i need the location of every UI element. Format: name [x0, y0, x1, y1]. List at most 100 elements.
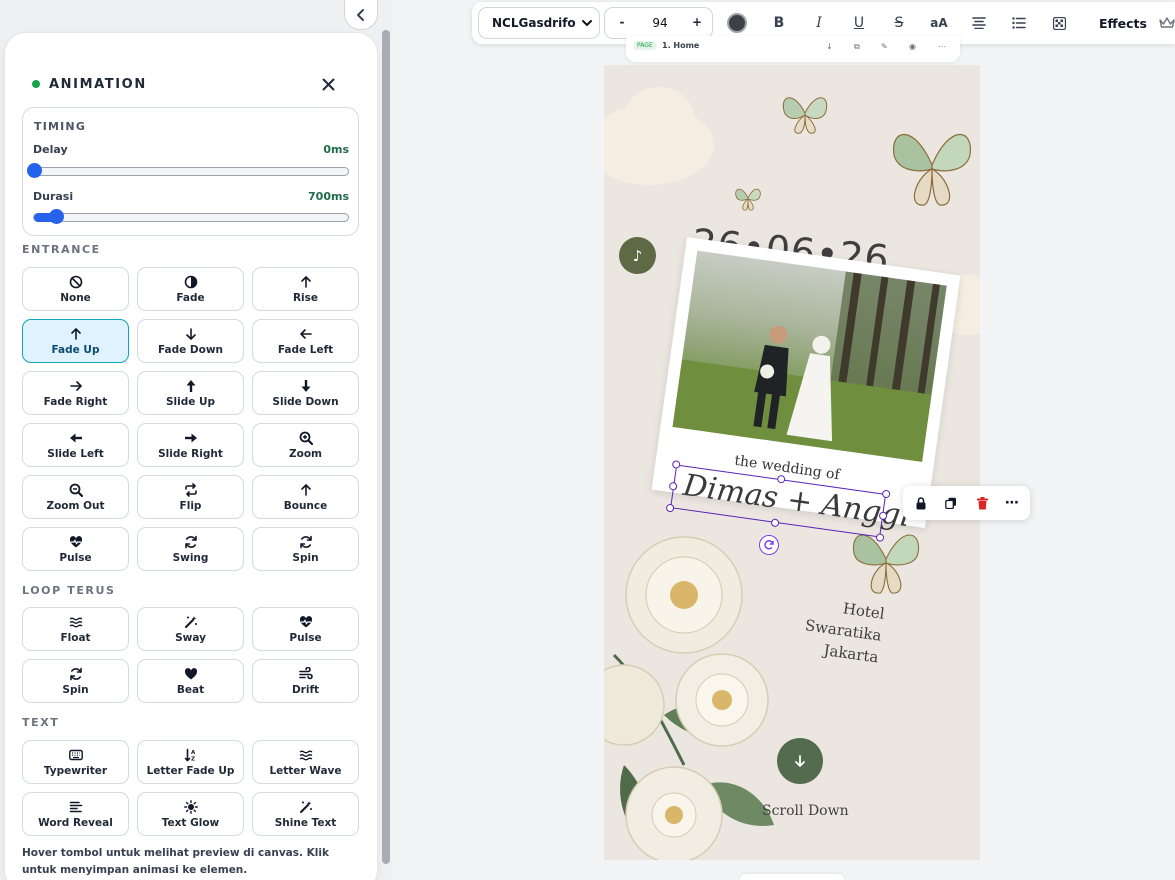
entrance-button-label: Slide Down: [272, 395, 339, 408]
loop-drift-button[interactable]: Drift: [252, 659, 359, 703]
entrance-fade-button[interactable]: Fade: [137, 267, 244, 311]
transparency-button[interactable]: [1042, 7, 1076, 39]
strikethrough-button[interactable]: S: [882, 7, 916, 39]
entrance-button-label: Slide Right: [158, 447, 223, 460]
entrance-bounce-button[interactable]: Bounce: [252, 475, 359, 519]
lock-button[interactable]: [913, 495, 929, 511]
list-button[interactable]: [1002, 7, 1036, 39]
music-note-icon: ♪: [632, 246, 643, 265]
scroll-down-label[interactable]: Scroll Down: [762, 803, 849, 819]
entrance-button-label: Swing: [172, 551, 209, 564]
arrow-right-icon: [69, 379, 83, 394]
text-letter-wave-button[interactable]: Letter Wave: [252, 740, 359, 784]
duration-slider-handle[interactable]: [48, 209, 64, 224]
entrance-slide-down-button[interactable]: Slide Down: [252, 371, 359, 415]
edit-page-icon[interactable]: ✎: [881, 42, 891, 52]
more-options-icon[interactable]: ⋯: [1004, 495, 1020, 511]
bold-arrow-right-icon: [184, 431, 198, 446]
text-text-glow-button[interactable]: Text Glow: [137, 792, 244, 836]
font-size-stepper: - 94 +: [604, 7, 713, 39]
align-center-button[interactable]: [962, 7, 996, 39]
font-size-decrease-button[interactable]: -: [615, 15, 629, 29]
entrance-button-label: Spin: [292, 551, 319, 564]
entrance-grid: None Fade Rise Fade Up Fade Down Fade Left Fad…: [22, 267, 359, 571]
peony-flower-decoration[interactable]: [604, 535, 784, 860]
loop-beat-button[interactable]: Beat: [137, 659, 244, 703]
svg-text:Z: Z: [191, 757, 195, 763]
delay-slider[interactable]: [27, 163, 349, 178]
delay-slider-handle[interactable]: [27, 163, 42, 178]
entrance-swing-button[interactable]: Swing: [137, 527, 244, 571]
duration-slider[interactable]: [33, 209, 349, 224]
entrance-button-label: Fade Up: [51, 343, 100, 356]
page-tab[interactable]: PAGE 1. Home ↓ ⧉ ✎ ◉ ⋯: [626, 36, 960, 62]
font-family-select[interactable]: NCLGasdrifo: [478, 7, 600, 39]
timing-title: TIMING: [34, 120, 87, 133]
move-down-icon[interactable]: ↓: [826, 42, 836, 52]
entrance-slide-left-button[interactable]: Slide Left: [22, 423, 129, 467]
duplicate-button[interactable]: [943, 495, 959, 511]
close-panel-button[interactable]: [318, 74, 338, 94]
chevron-left-icon: [357, 8, 364, 21]
page-name: 1. Home: [662, 41, 700, 50]
waves-icon: [69, 615, 83, 630]
font-size-increase-button[interactable]: +: [690, 15, 704, 29]
text-typewriter-button[interactable]: Typewriter: [22, 740, 129, 784]
effects-button[interactable]: Effects: [1091, 7, 1175, 39]
entrance-slide-right-button[interactable]: Slide Right: [137, 423, 244, 467]
duplicate-page-icon[interactable]: ⧉: [854, 42, 864, 52]
butterfly-decoration[interactable]: [776, 87, 834, 139]
scroll-down-button[interactable]: [777, 738, 823, 784]
loop-pulse-button[interactable]: Pulse: [252, 607, 359, 651]
italic-button[interactable]: I: [802, 7, 836, 39]
music-toggle-button[interactable]: ♪: [619, 237, 656, 274]
page-more-icon[interactable]: ⋯: [938, 42, 948, 52]
bottom-page-tab[interactable]: [740, 874, 844, 880]
text-shine-text-button[interactable]: Shine Text: [252, 792, 359, 836]
loop-spin-button[interactable]: Spin: [22, 659, 129, 703]
entrance-fade-left-button[interactable]: Fade Left: [252, 319, 359, 363]
checkerboard-icon: [1052, 16, 1066, 30]
butterfly-decoration[interactable]: [732, 183, 764, 213]
invitation-canvas[interactable]: ♪ 26•06•26 the wedding of Dimas +: [604, 65, 980, 860]
effects-label: Effects: [1099, 15, 1147, 31]
entrance-spin-button[interactable]: Spin: [252, 527, 359, 571]
entrance-zoom-out-button[interactable]: Zoom Out: [22, 475, 129, 519]
entrance-flip-button[interactable]: Flip: [137, 475, 244, 519]
butterfly-decoration[interactable]: [884, 113, 980, 217]
loop-float-button[interactable]: Float: [22, 607, 129, 651]
entrance-fade-up-button[interactable]: Fade Up: [22, 319, 129, 363]
text-letter-fade-up-button[interactable]: A Z Letter Fade Up: [137, 740, 244, 784]
text-case-button[interactable]: aA: [922, 7, 956, 39]
entrance-pulse-button[interactable]: Pulse: [22, 527, 129, 571]
bold-button[interactable]: B: [762, 7, 796, 39]
delete-button[interactable]: [974, 495, 990, 511]
entrance-button-label: Fade Down: [157, 343, 224, 356]
refresh-icon: [299, 535, 313, 550]
text-color-button[interactable]: [720, 7, 754, 39]
arrow-up-icon: [299, 483, 313, 498]
sidebar-scrollbar-thumb[interactable]: [382, 30, 390, 864]
resize-handle[interactable]: [770, 518, 780, 528]
entrance-button-label: Slide Left: [47, 447, 104, 460]
page-tag: PAGE: [634, 41, 656, 50]
entrance-rise-button[interactable]: Rise: [252, 267, 359, 311]
collapse-panel-button[interactable]: [344, 0, 378, 30]
underline-button[interactable]: U: [842, 7, 876, 39]
entrance-fade-down-button[interactable]: Fade Down: [137, 319, 244, 363]
entrance-fade-right-button[interactable]: Fade Right: [22, 371, 129, 415]
font-size-value[interactable]: 94: [645, 16, 675, 30]
entrance-slide-up-button[interactable]: Slide Up: [137, 371, 244, 415]
text-word-reveal-button[interactable]: Word Reveal: [22, 792, 129, 836]
resize-handle[interactable]: [665, 503, 675, 513]
couple-photo[interactable]: [672, 250, 947, 462]
duration-label: Durasi: [33, 190, 74, 203]
entrance-none-button[interactable]: None: [22, 267, 129, 311]
entrance-button-label: Fade Left: [277, 343, 334, 356]
entrance-zoom-button[interactable]: Zoom: [252, 423, 359, 467]
entrance-button-label: Rise: [292, 291, 319, 304]
loop-sway-button[interactable]: Sway: [137, 607, 244, 651]
crown-icon: [1159, 17, 1175, 28]
align-center-icon: [972, 17, 986, 29]
hide-page-icon[interactable]: ◉: [909, 42, 919, 52]
